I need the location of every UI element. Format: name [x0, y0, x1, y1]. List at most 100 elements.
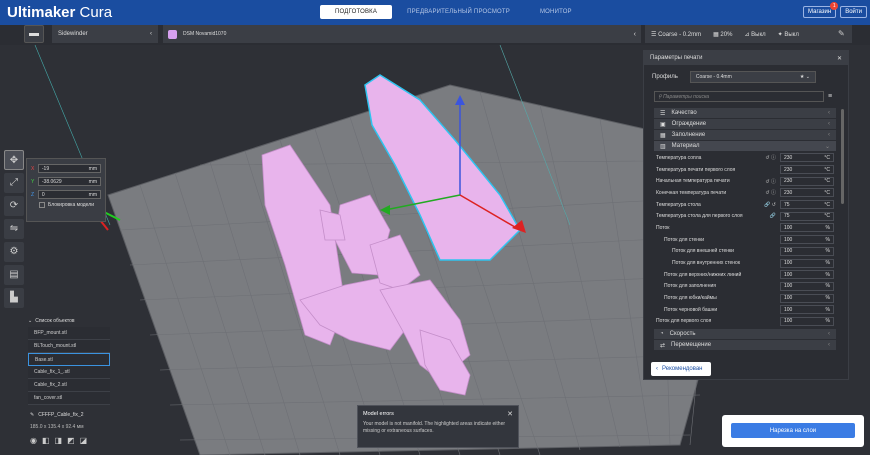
list-item[interactable]: Cable_fix_1_.stl — [28, 366, 110, 379]
pencil-icon[interactable]: ✎ — [30, 412, 34, 418]
setting-row: Температура стола для первого слоя 🔗 75 °C — [644, 210, 848, 222]
folder-icon: ▬ — [29, 28, 39, 39]
category-material[interactable]: ▥ Материал ⌄ — [654, 141, 836, 151]
setting-row: Поток для внешней стенки 100% — [644, 246, 848, 258]
scale-tool[interactable]: ⤢ — [4, 173, 24, 193]
open-file-button[interactable]: ▬ — [24, 25, 44, 43]
rotate-tool[interactable]: ⟳ — [4, 196, 24, 216]
lock-model-checkbox[interactable]: Блокировка модели — [31, 202, 101, 208]
category-quality[interactable]: ☰ Качество ‹ — [654, 108, 836, 118]
right-view-icon[interactable]: ◪ — [80, 436, 88, 445]
material-name: DSM Novamid1070 — [183, 31, 227, 37]
close-icon[interactable]: ✕ — [837, 55, 842, 62]
extruder-icon — [168, 29, 177, 39]
notification-badge: 1 — [830, 2, 839, 10]
setting-value-input[interactable]: 100% — [780, 235, 834, 245]
setting-value-input[interactable]: 100% — [780, 305, 834, 315]
reset-icon[interactable]: ↺ ⓘ — [760, 178, 776, 185]
setting-row: Поток черновой башни 100% — [644, 304, 848, 316]
settings-search-input[interactable]: ⚲ Параметры поиска — [654, 91, 824, 102]
travel-icon: ⇄ — [660, 342, 666, 349]
x-input[interactable]: -19 mm — [37, 164, 101, 173]
3d-view-icon[interactable]: ◉ — [30, 436, 37, 445]
profile-dropdown[interactable]: Coarse - 0.4mm ★ ⌄ — [689, 71, 816, 83]
chevron-left-icon: ‹ — [828, 331, 830, 338]
list-item[interactable]: BFP_mount.stl — [28, 327, 110, 340]
setting-value-input[interactable]: 230 °C — [780, 176, 834, 186]
per-model-settings-tool[interactable]: ⚙ — [4, 242, 24, 262]
setting-value-input[interactable]: 100% — [780, 293, 834, 303]
setting-row: Поток для верхних/нижних линий 100% — [644, 269, 848, 281]
lay-flat-tool[interactable]: ▙ — [4, 288, 24, 308]
setting-label: Поток для внешней стенки — [672, 248, 734, 255]
left-view-icon[interactable]: ◩ — [67, 436, 75, 445]
setting-value-input[interactable]: 100% — [780, 223, 834, 233]
category-travel[interactable]: ⇄ Перемещение ‹ — [654, 340, 836, 351]
list-item[interactable]: Base.stl — [28, 353, 110, 366]
material-selector[interactable]: DSM Novamid1070 ‹ — [163, 25, 641, 43]
setting-label: Температура сопла — [656, 154, 702, 161]
move-tool[interactable]: ✥ — [4, 150, 24, 170]
setting-value-input[interactable]: 75 °C — [780, 200, 834, 210]
setting-value-input[interactable]: 230 °C — [780, 153, 834, 163]
marketplace-button[interactable]: Магазин 1 — [803, 2, 839, 18]
setting-value-input[interactable]: 100% — [780, 258, 834, 268]
object-list-toggle[interactable]: ⌄ Список объектов — [28, 318, 110, 324]
tab-preview[interactable]: ПРЕДВАРИТЕЛЬНЫЙ ПРОСМОТР — [392, 5, 525, 19]
setting-value-input[interactable]: 230 °C — [780, 165, 834, 175]
star-icon: ★ ⌄ — [799, 74, 810, 80]
list-item[interactable]: BLTouch_mount.stl — [28, 340, 110, 353]
reset-icon[interactable]: 🔗 — [760, 213, 776, 219]
scrollbar[interactable] — [841, 109, 844, 204]
list-item[interactable]: fan_cover.stl — [28, 392, 110, 405]
setting-row: Конечная температура печати ↺ ⓘ 230 °C — [644, 187, 848, 199]
adhesion-icon: ✦ — [777, 31, 783, 38]
z-input[interactable]: 0 mm — [37, 190, 101, 199]
material-icon: ▥ — [660, 143, 666, 150]
y-input[interactable]: -38.0629 mm — [37, 177, 101, 186]
mirror-tool[interactable]: ⇋ — [4, 219, 24, 239]
list-item[interactable]: Cable_fix_2.stl — [28, 379, 110, 392]
tab-monitor[interactable]: МОНИТОР — [525, 5, 587, 19]
recommended-button[interactable]: ‹ Рекомендован — [651, 362, 711, 376]
setting-value-input[interactable]: 100% — [780, 270, 834, 280]
reset-icon[interactable]: ↺ ⓘ — [760, 154, 776, 161]
chevron-left-icon: ‹ — [828, 132, 830, 138]
setting-value-input[interactable]: 230 °C — [780, 188, 834, 198]
chevron-left-icon: ‹ — [828, 121, 830, 127]
print-settings-summary[interactable]: ☰ Coarse - 0.2mm ▦ 20% ⊿ Выкл ✦ Выкл — [645, 25, 852, 43]
chevron-left-icon: ‹ — [828, 342, 830, 349]
support-blocker-tool[interactable]: ▤ — [4, 265, 24, 285]
setting-value-input[interactable]: 75 °C — [780, 211, 834, 221]
slice-panel: Нарезка на слои — [722, 415, 864, 447]
tab-prepare[interactable]: ПОДГОТОВКА — [320, 5, 393, 19]
signin-button[interactable]: Войти — [840, 6, 867, 18]
menu-icon[interactable]: ≡ — [828, 93, 832, 100]
top-view-icon[interactable]: ◨ — [55, 436, 63, 445]
model-errors-message: Model errors Your model is not manifold.… — [357, 405, 519, 448]
printer-selector[interactable]: Sidewinder ‹ — [52, 25, 158, 43]
close-icon[interactable]: ✕ — [507, 410, 513, 418]
reset-icon[interactable]: 🔗 ↺ — [760, 202, 776, 208]
setting-row: Начальная температура печати ↺ ⓘ 230 °C — [644, 175, 848, 187]
lay-flat-icon: ▙ — [10, 292, 18, 303]
setting-value-input[interactable]: 100% — [780, 246, 834, 256]
adhesion-summary: ✦ Выкл — [777, 31, 799, 38]
setting-row: Поток 100% — [644, 222, 848, 234]
category-shell[interactable]: ▣ Ограждение ‹ — [654, 119, 836, 129]
slice-button[interactable]: Нарезка на слои — [731, 423, 855, 438]
setting-row: Поток для юбки/каймы 100% — [644, 292, 848, 304]
category-speed[interactable]: ◔ Скорость ‹ — [654, 329, 836, 340]
setting-value-input[interactable]: 100% — [780, 281, 834, 291]
pencil-icon[interactable]: ✎ — [838, 29, 845, 38]
stage-tabs: ПОДГОТОВКА ПРЕДВАРИТЕЛЬНЫЙ ПРОСМОТР МОНИ… — [320, 5, 587, 19]
front-view-icon[interactable]: ◧ — [42, 436, 50, 445]
setting-value-input[interactable]: 100% — [780, 316, 834, 326]
category-infill[interactable]: ▦ Заполнение ‹ — [654, 130, 836, 140]
reset-icon[interactable]: ↺ ⓘ — [760, 189, 776, 196]
layers-icon: ☰ — [651, 31, 657, 38]
setting-row: Температура сопла ↺ ⓘ 230 °C — [644, 152, 848, 164]
y-axis-label: Y — [31, 178, 35, 185]
setting-row: Поток для первого слоя 100% — [644, 316, 848, 328]
move-icon: ✥ — [9, 155, 19, 166]
